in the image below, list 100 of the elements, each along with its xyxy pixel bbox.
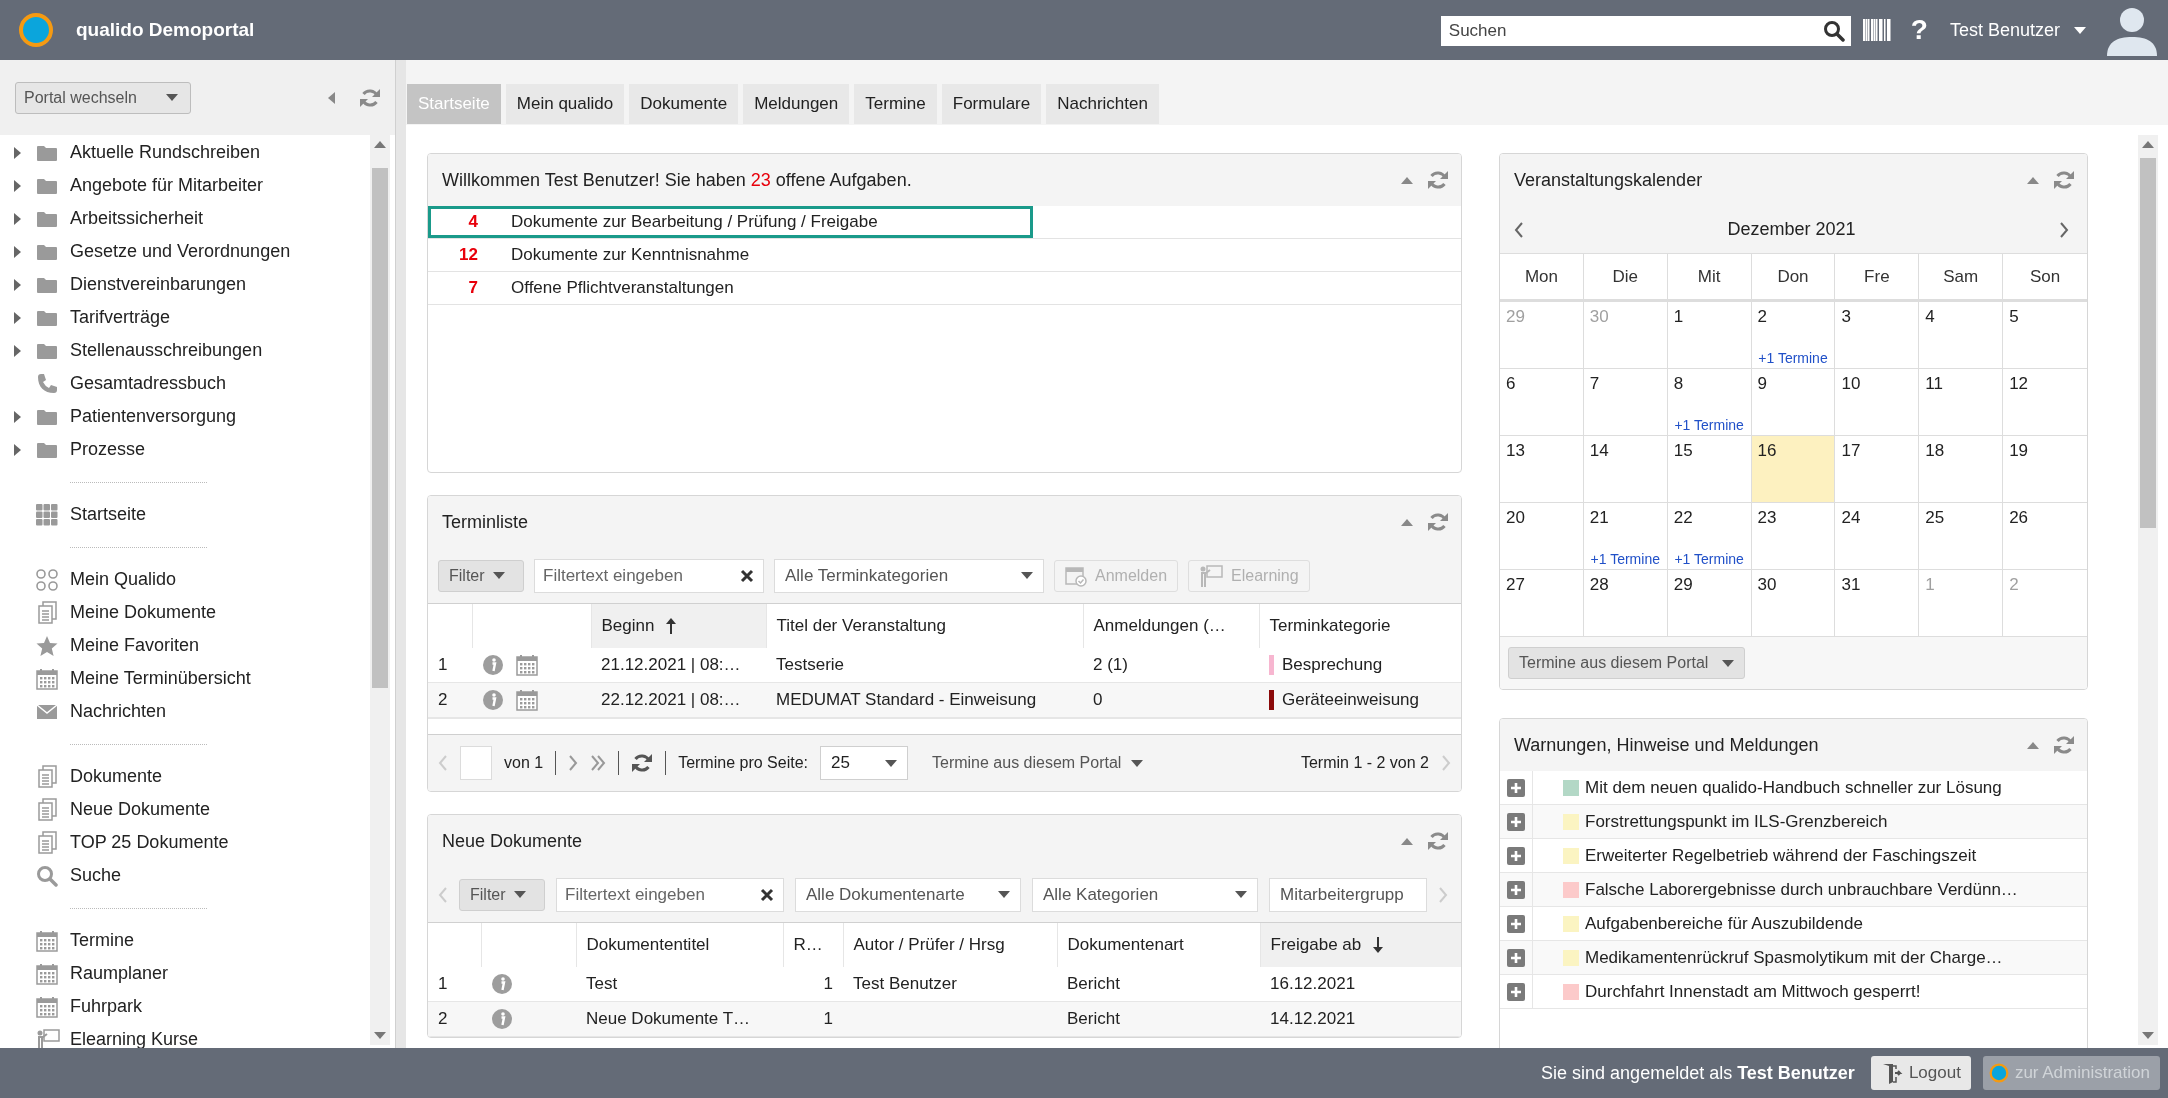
day-cell[interactable]: 17 (1835, 436, 1920, 503)
caret-right-icon[interactable] (14, 212, 21, 225)
task-link[interactable]: Offene Pflichtveranstaltungen (511, 278, 734, 298)
caret-left-icon[interactable] (328, 91, 335, 104)
day-cell[interactable]: 13 (1500, 436, 1584, 503)
tab[interactable]: Mein qualido (505, 84, 625, 124)
plus-icon[interactable] (1507, 982, 1525, 1001)
task-row[interactable]: 12 Dokumente zur Kenntnisnahme (428, 239, 1033, 271)
day-cell[interactable]: 1 (1667, 302, 1752, 369)
tab[interactable]: Formulare (941, 84, 1042, 124)
caret-up-icon[interactable] (2142, 141, 2154, 148)
nav-item[interactable]: Termine (0, 924, 370, 957)
nav-item[interactable]: Gesamtadressbuch (0, 367, 370, 400)
scrollbar-thumb[interactable] (2140, 158, 2156, 528)
caret-down-icon[interactable] (513, 891, 526, 898)
page-field[interactable] (460, 746, 492, 780)
day-cell[interactable]: 3 (1835, 302, 1920, 369)
nav-item[interactable]: Arbeitssicherheit (0, 202, 370, 235)
plus-icon[interactable] (1507, 778, 1525, 797)
caret-up-icon[interactable] (2027, 741, 2039, 749)
category-dropdown[interactable]: Alle Terminkategorien (774, 558, 1044, 593)
day-cell[interactable]: 24 (1835, 503, 1920, 570)
refresh-icon[interactable] (2053, 734, 2075, 756)
caret-down-icon[interactable] (998, 891, 1010, 898)
filter-dropdown[interactable]: Mitarbeitergrupp (1269, 877, 1427, 912)
column-header[interactable]: Terminkategorie (1259, 603, 1461, 648)
day-cell[interactable]: 5 (2003, 302, 2087, 369)
day-cell[interactable]: 14 (1583, 436, 1668, 503)
tab[interactable]: Nachrichten (1046, 84, 1159, 124)
day-cell[interactable]: 23 (1751, 503, 1836, 570)
plus-icon[interactable] (1507, 846, 1525, 865)
filter-button[interactable]: Filter (438, 559, 524, 592)
refresh-icon[interactable] (631, 752, 654, 774)
events-link[interactable]: +1 Termine (1751, 350, 1835, 366)
caret-right-icon[interactable] (14, 443, 21, 456)
tab[interactable]: Meldungen (743, 84, 850, 124)
message-title[interactable]: Aufgabenbereiche für Auszubildende (1585, 913, 1863, 934)
search-field[interactable]: Suchen (1440, 16, 1851, 46)
caret-up-icon[interactable] (1401, 176, 1413, 184)
caret-right-icon[interactable] (14, 311, 21, 324)
nav-item[interactable]: Meine Terminübersicht (0, 662, 370, 695)
day-cell[interactable]: 26 (2003, 503, 2087, 570)
day-cell[interactable]: 4 (1919, 302, 2004, 369)
scrollbar[interactable] (370, 135, 390, 1045)
nav-item[interactable]: Aktuelle Rundschreiben (0, 136, 370, 169)
day-cell[interactable]: 25 (1919, 503, 2004, 570)
refresh-icon[interactable] (2053, 169, 2075, 191)
page-size-dropdown[interactable]: 25 (820, 746, 908, 780)
day-cell[interactable]: 11 (1919, 369, 2004, 436)
chevron-right-icon[interactable] (2059, 221, 2069, 238)
nav-item[interactable]: Meine Dokumente (0, 596, 370, 629)
day-cell[interactable]: 8 +1 Termine (1667, 369, 1752, 436)
caret-up-icon[interactable] (1401, 837, 1413, 845)
caret-down-icon[interactable] (1021, 572, 1033, 579)
plus-icon[interactable] (1507, 948, 1525, 967)
logout-button[interactable]: Logout (1870, 1056, 1971, 1090)
message-title[interactable]: Mit dem neuen qualido-Handbuch schneller zur Lösung (1585, 777, 2002, 798)
day-cell[interactable]: 15 (1667, 436, 1752, 503)
info-icon[interactable] (482, 689, 504, 711)
day-cell[interactable]: 21 +1 Termine (1583, 503, 1668, 570)
events-link[interactable]: +1 Termine (1583, 551, 1667, 567)
clear-icon[interactable] (740, 568, 754, 583)
caret-right-icon[interactable] (14, 146, 21, 159)
caret-down-icon[interactable] (885, 759, 897, 767)
nav-item[interactable]: Patientenversorgung (0, 400, 370, 433)
caret-up-icon[interactable] (2027, 176, 2039, 184)
caret-up-icon[interactable] (374, 141, 386, 148)
portal-filter-dropdown[interactable]: Termine aus diesem Portal (1508, 647, 1746, 679)
nav-item[interactable]: Raumplaner (0, 957, 370, 990)
nav-item[interactable]: Stellenausschreibungen (0, 334, 370, 367)
chevron-right-icon[interactable] (568, 755, 579, 771)
tab[interactable]: Dokumente (629, 84, 739, 124)
nav-item[interactable]: Mein Qualido (0, 563, 370, 596)
refresh-icon[interactable] (1427, 511, 1449, 533)
nav-item[interactable]: Gesetze und Verordnungen (0, 235, 370, 268)
caret-up-icon[interactable] (1401, 518, 1413, 526)
day-cell[interactable]: 6 (1500, 369, 1584, 436)
caret-down-icon[interactable] (492, 572, 505, 579)
nav-item[interactable]: Nachrichten (0, 695, 370, 728)
day-cell[interactable]: 2 +1 Termine (1751, 302, 1836, 369)
clear-icon[interactable] (760, 887, 774, 902)
column-header[interactable]: Autor / Prüfer / Hrsg (843, 922, 1057, 967)
caret-right-icon[interactable] (14, 410, 21, 423)
caret-down-icon[interactable] (2074, 26, 2086, 34)
day-cell[interactable]: 10 (1835, 369, 1920, 436)
nav-item[interactable]: Dokumente (0, 760, 370, 793)
filter-dropdown[interactable]: Alle Kategorien (1032, 877, 1258, 912)
caret-right-icon[interactable] (14, 278, 21, 291)
task-row[interactable]: 7 Offene Pflichtveranstaltungen (428, 272, 1033, 304)
nav-item[interactable]: Meine Favoriten (0, 629, 370, 662)
info-icon[interactable] (491, 1008, 513, 1030)
caret-right-icon[interactable] (14, 179, 21, 192)
plus-icon[interactable] (1507, 880, 1525, 899)
scope-dropdown[interactable]: Termine aus diesem Portal (932, 754, 1144, 772)
task-link[interactable]: Dokumente zur Bearbeitung / Prüfung / Freigabe (511, 212, 878, 232)
nav-item[interactable]: Neue Dokumente (0, 793, 370, 826)
day-cell[interactable]: 19 (2003, 436, 2087, 503)
search-icon[interactable] (1822, 20, 1845, 42)
nav-item[interactable]: Dienstvereinbarungen (0, 268, 370, 301)
day-cell[interactable]: 22 +1 Termine (1667, 503, 1752, 570)
